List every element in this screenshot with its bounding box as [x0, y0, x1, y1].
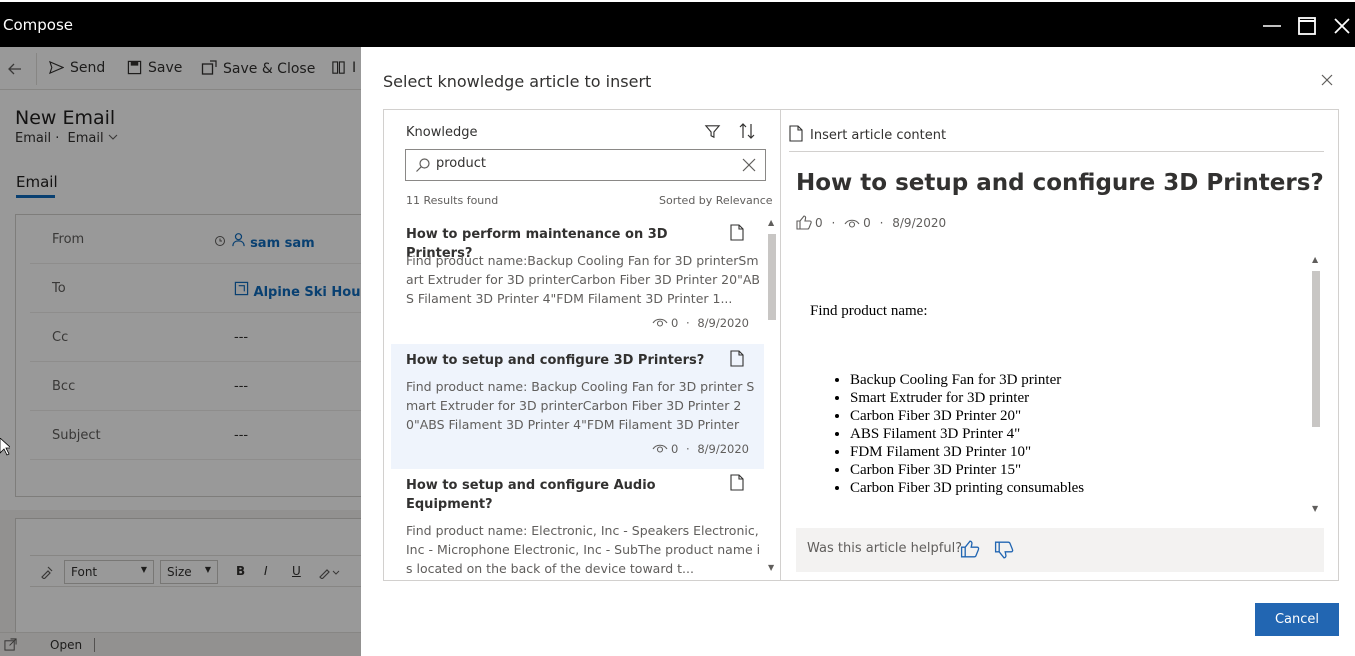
- article-date: 8/9/2020: [697, 442, 749, 456]
- knowledge-heading: Knowledge: [406, 125, 478, 140]
- view-count: 0: [671, 316, 679, 330]
- like-count: 0: [815, 216, 823, 230]
- cancel-button[interactable]: Cancel: [1255, 603, 1339, 636]
- preview-content: Find product name: Backup Cooling Fan fo…: [796, 255, 1324, 517]
- scroll-up-icon[interactable]: ▲: [1312, 255, 1318, 264]
- modal-overlay: [0, 47, 361, 656]
- product-item: Carbon Fiber 3D Printer 20": [850, 407, 1084, 425]
- sort-icon[interactable]: [738, 122, 756, 140]
- panel-divider: [780, 110, 781, 580]
- preview-find-label: Find product name:: [810, 303, 928, 319]
- scroll-up-icon[interactable]: ▲: [768, 218, 774, 227]
- minimize-icon[interactable]: [1260, 14, 1284, 38]
- product-item: Carbon Fiber 3D Printer 15": [850, 461, 1084, 479]
- product-item: Smart Extruder for 3D printer: [850, 389, 1084, 407]
- scrollbar-thumb[interactable]: [1312, 271, 1320, 427]
- close-icon[interactable]: [1330, 14, 1354, 38]
- preview-scrollbar[interactable]: ▲ ▼: [1309, 255, 1323, 517]
- divider: [789, 151, 1324, 152]
- article-title: How to setup and configure 3D Printers?: [406, 353, 705, 368]
- search-icon: [416, 158, 430, 172]
- product-item: ABS Filament 3D Printer 4": [850, 425, 1084, 443]
- feedback-bar: Was this article helpful?: [796, 528, 1324, 572]
- search-box[interactable]: [405, 149, 766, 181]
- thumbs-up-icon[interactable]: [960, 540, 980, 558]
- preview-meta: 0 · 0 · 8/9/2020: [796, 215, 946, 230]
- document-icon: [730, 350, 744, 367]
- preview-date: 8/9/2020: [892, 216, 947, 230]
- view-count: 0: [671, 442, 679, 456]
- product-list: Backup Cooling Fan for 3D printer Smart …: [850, 371, 1084, 497]
- insert-article-button[interactable]: Insert article content: [789, 125, 946, 143]
- search-input[interactable]: [436, 156, 736, 171]
- scrollbar-thumb[interactable]: [768, 234, 776, 320]
- scroll-down-icon[interactable]: ▼: [1312, 504, 1318, 513]
- article-title: How to setup and configure Audio Equipme…: [406, 478, 656, 512]
- article-item[interactable]: How to setup and configure Audio Equipme…: [391, 470, 764, 575]
- article-list: How to perform maintenance on 3D Printer…: [391, 218, 764, 575]
- document-icon: [730, 224, 744, 241]
- article-meta: 0 · 8/9/2020: [652, 316, 749, 330]
- scroll-down-icon[interactable]: ▼: [768, 563, 774, 572]
- views-icon: [844, 219, 860, 228]
- article-excerpt: Find product name: Backup Cooling Fan fo…: [406, 379, 755, 432]
- mouse-cursor-icon: [0, 438, 10, 456]
- filter-icon[interactable]: [704, 123, 721, 140]
- maximize-icon[interactable]: [1295, 14, 1319, 38]
- article-meta: 0 · 8/9/2020: [652, 442, 749, 456]
- knowledge-dialog: Select knowledge article to insert Knowl…: [361, 47, 1355, 656]
- views-icon: [652, 318, 668, 327]
- document-icon: [730, 474, 744, 491]
- knowledge-panel: Knowledge 11 Results found Sorted by Rel…: [383, 109, 1339, 581]
- document-icon: [789, 125, 803, 142]
- results-count: 11 Results found: [406, 194, 499, 207]
- article-item-selected[interactable]: How to setup and configure 3D Printers? …: [391, 344, 764, 469]
- preview-title: How to setup and configure 3D Printers?: [796, 170, 1324, 196]
- article-item[interactable]: How to perform maintenance on 3D Printer…: [391, 218, 764, 343]
- article-date: 8/9/2020: [697, 316, 749, 330]
- product-item: Carbon Fiber 3D printing consumables: [850, 479, 1084, 497]
- dialog-title: Select knowledge article to insert: [383, 72, 652, 91]
- list-scrollbar[interactable]: ▲ ▼: [765, 218, 779, 575]
- sort-label: Sorted by Relevance: [659, 194, 773, 207]
- clear-search-icon[interactable]: [741, 157, 757, 173]
- thumbs-down-icon[interactable]: [994, 541, 1014, 559]
- helpful-label: Was this article helpful?: [807, 541, 963, 556]
- insert-article-label: Insert article content: [810, 128, 947, 143]
- view-count: 0: [863, 216, 871, 230]
- product-item: Backup Cooling Fan for 3D printer: [850, 371, 1084, 389]
- window-titlebar: Compose: [0, 0, 1355, 47]
- product-item: FDM Filament 3D Printer 10": [850, 443, 1084, 461]
- like-icon: [796, 215, 812, 230]
- article-excerpt: Find product name: Electronic, Inc - Spe…: [406, 523, 761, 575]
- article-excerpt: Find product name:Backup Cooling Fan for…: [406, 253, 760, 306]
- window-title: Compose: [3, 16, 74, 34]
- dialog-close-icon[interactable]: [1318, 71, 1336, 89]
- views-icon: [652, 444, 668, 453]
